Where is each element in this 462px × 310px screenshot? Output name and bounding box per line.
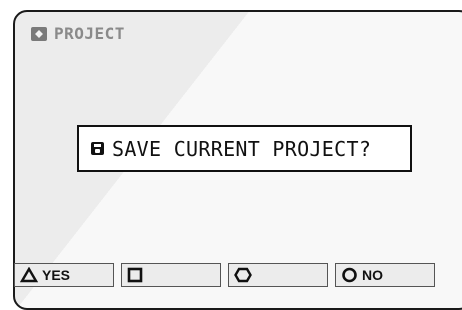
hexagon-softkey[interactable] bbox=[228, 263, 328, 287]
floppy-disk-icon bbox=[91, 142, 104, 155]
softkey-bar: YES NO bbox=[14, 263, 435, 287]
hexagon-icon bbox=[234, 267, 252, 283]
screen-header: PROJECT bbox=[31, 24, 125, 43]
page-title: PROJECT bbox=[54, 24, 125, 43]
save-project-dialog: SAVE CURRENT PROJECT? bbox=[77, 125, 412, 172]
no-softkey[interactable]: NO bbox=[335, 263, 435, 287]
yes-softkey[interactable]: YES bbox=[14, 263, 114, 287]
square-icon bbox=[127, 267, 143, 283]
yes-label: YES bbox=[42, 267, 71, 283]
triangle-icon bbox=[20, 267, 38, 283]
circle-icon bbox=[341, 267, 358, 283]
dialog-message: SAVE CURRENT PROJECT? bbox=[112, 136, 372, 161]
square-softkey[interactable] bbox=[121, 263, 221, 287]
no-label: NO bbox=[362, 267, 383, 283]
project-icon bbox=[31, 26, 47, 41]
